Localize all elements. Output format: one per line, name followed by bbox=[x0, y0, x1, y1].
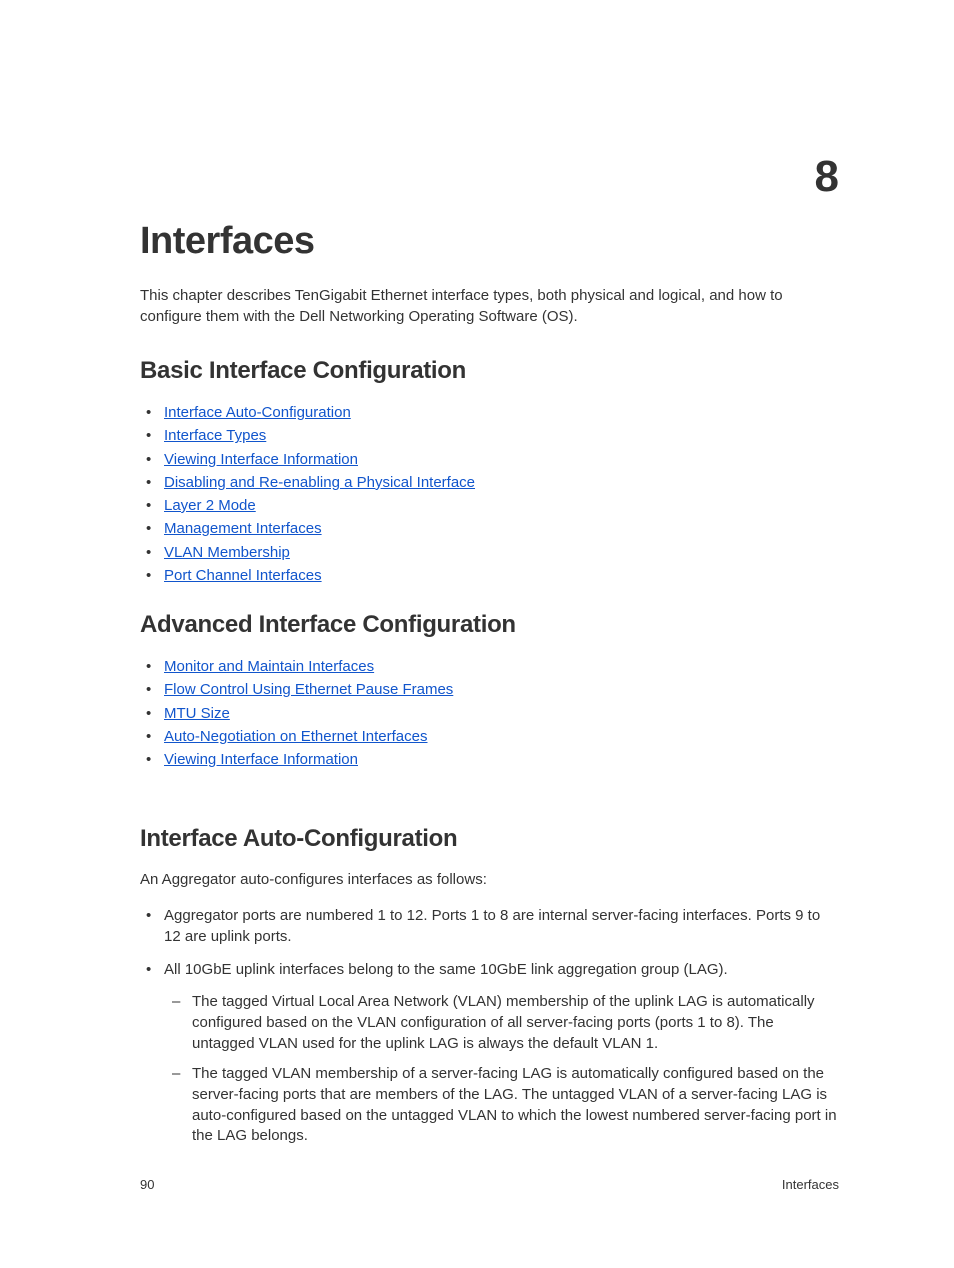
link-viewing-interface-information[interactable]: Viewing Interface Information bbox=[164, 451, 358, 468]
section-heading-advanced: Advanced Interface Configuration bbox=[140, 611, 839, 639]
link-interface-types[interactable]: Interface Types bbox=[164, 427, 266, 444]
list-item-text: Aggregator ports are numbered 1 to 12. P… bbox=[164, 907, 820, 945]
chapter-intro: This chapter describes TenGigabit Ethern… bbox=[140, 285, 839, 327]
advanced-link-list: Monitor and Maintain Interfaces Flow Con… bbox=[140, 655, 839, 771]
list-item: Viewing Interface Information bbox=[164, 748, 839, 771]
link-interface-auto-configuration[interactable]: Interface Auto-Configuration bbox=[164, 404, 351, 421]
link-mtu-size[interactable]: MTU Size bbox=[164, 705, 230, 722]
link-monitor-maintain-interfaces[interactable]: Monitor and Maintain Interfaces bbox=[164, 658, 374, 675]
sub-list-item: The tagged Virtual Local Area Network (V… bbox=[192, 992, 839, 1054]
autoconfig-sublist: The tagged Virtual Local Area Network (V… bbox=[164, 992, 839, 1147]
footer-section-label: Interfaces bbox=[782, 1177, 839, 1192]
chapter-number: 8 bbox=[815, 152, 839, 202]
list-item: Port Channel Interfaces bbox=[164, 564, 839, 587]
list-item: Aggregator ports are numbered 1 to 12. P… bbox=[164, 906, 839, 947]
list-item: Layer 2 Mode bbox=[164, 494, 839, 517]
page-footer: 90 Interfaces bbox=[140, 1177, 839, 1192]
section-heading-basic: Basic Interface Configuration bbox=[140, 357, 839, 385]
list-item: Disabling and Re-enabling a Physical Int… bbox=[164, 471, 839, 494]
list-item: MTU Size bbox=[164, 702, 839, 725]
list-item: VLAN Membership bbox=[164, 541, 839, 564]
page-number: 90 bbox=[140, 1177, 154, 1192]
link-management-interfaces[interactable]: Management Interfaces bbox=[164, 520, 322, 537]
chapter-title: Interfaces bbox=[140, 220, 839, 263]
link-layer-2-mode[interactable]: Layer 2 Mode bbox=[164, 497, 256, 514]
link-viewing-interface-information-2[interactable]: Viewing Interface Information bbox=[164, 751, 358, 768]
autoconfig-intro: An Aggregator auto-configures interfaces… bbox=[140, 869, 839, 890]
link-auto-negotiation-ethernet[interactable]: Auto-Negotiation on Ethernet Interfaces bbox=[164, 728, 428, 745]
list-item: Interface Auto-Configuration bbox=[164, 401, 839, 424]
link-vlan-membership[interactable]: VLAN Membership bbox=[164, 544, 290, 561]
autoconfig-list: Aggregator ports are numbered 1 to 12. P… bbox=[140, 906, 839, 1147]
link-port-channel-interfaces[interactable]: Port Channel Interfaces bbox=[164, 567, 322, 584]
sub-list-item: The tagged VLAN membership of a server-f… bbox=[192, 1064, 839, 1147]
list-item: Interface Types bbox=[164, 424, 839, 447]
list-item: All 10GbE uplink interfaces belong to th… bbox=[164, 960, 839, 1148]
list-item: Monitor and Maintain Interfaces bbox=[164, 655, 839, 678]
section-heading-autoconfig: Interface Auto-Configuration bbox=[140, 825, 839, 853]
list-item: Flow Control Using Ethernet Pause Frames bbox=[164, 678, 839, 701]
basic-link-list: Interface Auto-Configuration Interface T… bbox=[140, 401, 839, 587]
list-item: Auto-Negotiation on Ethernet Interfaces bbox=[164, 725, 839, 748]
list-item: Viewing Interface Information bbox=[164, 448, 839, 471]
link-disabling-reenabling-physical[interactable]: Disabling and Re-enabling a Physical Int… bbox=[164, 474, 475, 491]
link-flow-control-pause-frames[interactable]: Flow Control Using Ethernet Pause Frames bbox=[164, 681, 453, 698]
list-item-text: All 10GbE uplink interfaces belong to th… bbox=[164, 961, 728, 978]
list-item: Management Interfaces bbox=[164, 517, 839, 540]
